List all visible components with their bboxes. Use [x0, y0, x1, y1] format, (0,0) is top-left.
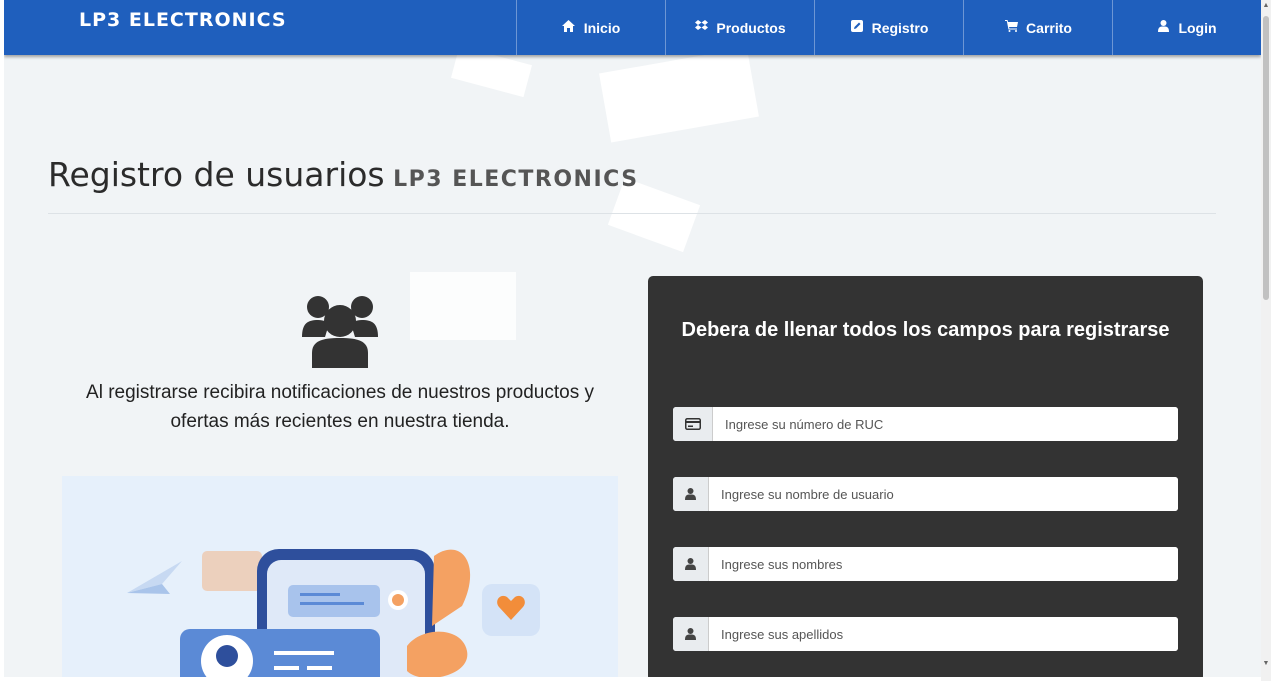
username-input[interactable]	[709, 477, 1178, 511]
scroll-up-arrow-icon[interactable]: ▲	[1262, 2, 1270, 9]
background-decoration	[599, 47, 759, 143]
nav-item-carrito[interactable]: Carrito	[963, 0, 1112, 55]
users-group-icon	[300, 293, 380, 368]
form-heading: Debera de llenar todos los campos para r…	[681, 319, 1170, 341]
last-names-input[interactable]	[709, 617, 1178, 651]
dropbox-icon	[694, 20, 708, 35]
first-names-input[interactable]	[709, 547, 1178, 581]
page-header: Registro de usuarios LP3 ELECTRONICS	[48, 155, 639, 194]
page-title: Registro de usuarios	[48, 155, 385, 194]
nav-item-inicio[interactable]: Inicio	[516, 0, 665, 55]
scroll-down-arrow-icon[interactable]: ▼	[1262, 660, 1270, 667]
intro-text: Al registrarse recibira notificaciones d…	[86, 382, 594, 432]
user-icon	[1156, 20, 1170, 35]
nav-item-label: Login	[1178, 19, 1217, 36]
vertical-scrollbar[interactable]: ▲ ▼	[1261, 0, 1271, 681]
home-icon	[562, 20, 576, 35]
nav-item-registro[interactable]: Registro	[814, 0, 963, 55]
ruc-field-group	[673, 407, 1178, 441]
nav-item-label: Registro	[871, 19, 929, 36]
user-icon	[673, 547, 709, 581]
divider	[48, 213, 1216, 214]
username-field-group	[673, 477, 1178, 511]
page-title-brand: LP3 ELECTRONICS	[393, 167, 639, 192]
edit-icon	[850, 20, 864, 35]
registration-illustration	[62, 476, 618, 677]
scroll-thumb[interactable]	[1263, 16, 1269, 300]
nav-item-productos[interactable]: Productos	[665, 0, 814, 55]
registration-form: Debera de llenar todos los campos para r…	[648, 276, 1203, 677]
nav-item-login[interactable]: Login	[1112, 0, 1260, 55]
last-names-field-group	[673, 617, 1178, 651]
nav-menu: Inicio Productos Registro Carrito Login	[516, 0, 1260, 55]
first-names-field-group	[673, 547, 1178, 581]
nav-item-label: Carrito	[1026, 19, 1072, 36]
user-icon	[673, 617, 709, 651]
user-icon	[673, 477, 709, 511]
background-decoration	[410, 272, 516, 340]
nav-item-label: Inicio	[583, 19, 621, 36]
page: LP3 ELECTRONICS Inicio Productos Registr…	[4, 0, 1261, 677]
nav-item-label: Productos	[716, 19, 786, 36]
brand-logo[interactable]: LP3 ELECTRONICS	[79, 9, 287, 31]
ruc-input[interactable]	[713, 407, 1178, 441]
navbar: LP3 ELECTRONICS Inicio Productos Registr…	[4, 0, 1261, 55]
id-card-icon	[673, 407, 713, 441]
cart-icon	[1004, 20, 1018, 35]
